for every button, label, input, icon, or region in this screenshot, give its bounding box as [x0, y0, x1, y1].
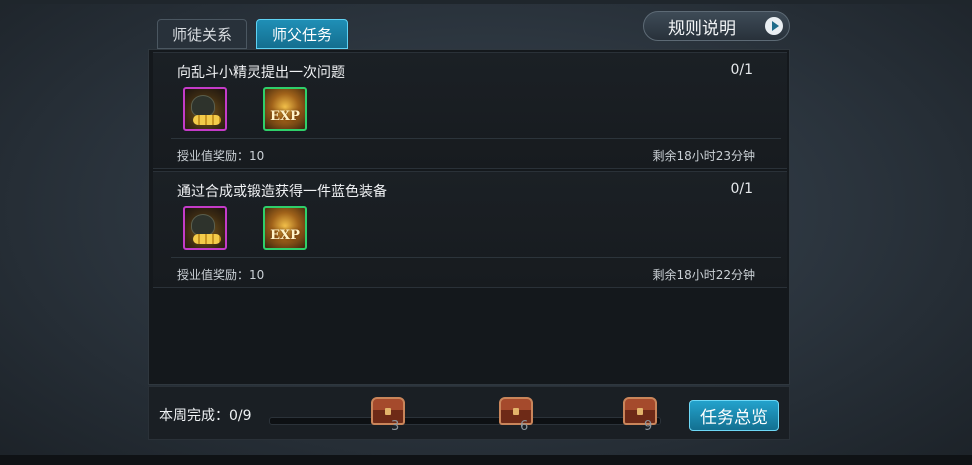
reward-chest-icon[interactable] [371, 397, 405, 425]
task-reward-text: 授业值奖励：10 [177, 268, 265, 282]
tab-master-apprentice-relation[interactable]: 师徒关系 [157, 19, 247, 49]
task-title: 向乱斗小精灵提出一次问题 [177, 65, 345, 81]
bottom-edge [0, 455, 972, 465]
chest-threshold: 6 [520, 419, 529, 434]
exp-icon: EXP [270, 228, 300, 243]
task-card: 通过合成或锻造获得一件蓝色装备 0/1 EXP 授业值奖励：10 剩余18小时2… [153, 171, 787, 288]
task-reward-text: 授业值奖励：10 [177, 149, 265, 163]
week-completion-label: 本周完成：0/9 [159, 408, 252, 424]
task-divider [171, 257, 781, 258]
exp-icon: EXP [270, 109, 300, 124]
chest-threshold: 3 [391, 419, 400, 434]
play-arrow-icon [765, 17, 783, 35]
rules-button-label: 规则说明 [668, 18, 736, 39]
reward-item-gold[interactable] [183, 87, 227, 131]
task-remaining-time: 剩余18小时22分钟 [652, 268, 755, 282]
tab-master-tasks[interactable]: 师父任务 [256, 19, 348, 49]
progress-track [269, 417, 661, 425]
weekly-progress-bar: 本周完成：0/9 3 6 9 任务总览 [148, 386, 790, 440]
task-card: 向乱斗小精灵提出一次问题 0/1 EXP 授业值奖励：10 剩余18小时23分钟 [153, 52, 787, 169]
coin-pile [193, 234, 221, 244]
task-remaining-time: 剩余18小时23分钟 [652, 149, 755, 163]
task-divider [171, 138, 781, 139]
reward-item-exp[interactable]: EXP [263, 87, 307, 131]
task-title: 通过合成或锻造获得一件蓝色装备 [177, 184, 387, 200]
task-progress: 0/1 [730, 181, 753, 197]
task-overview-button[interactable]: 任务总览 [689, 400, 779, 431]
reward-item-exp[interactable]: EXP [263, 206, 307, 250]
task-progress: 0/1 [730, 62, 753, 78]
rules-button[interactable]: 规则说明 [643, 11, 790, 41]
reward-item-gold[interactable] [183, 206, 227, 250]
gold-coins-icon [191, 214, 215, 236]
task-list-panel: 向乱斗小精灵提出一次问题 0/1 EXP 授业值奖励：10 剩余18小时23分钟… [148, 49, 790, 385]
chest-threshold: 9 [644, 419, 653, 434]
gold-coins-icon [191, 95, 215, 117]
coin-pile [193, 115, 221, 125]
